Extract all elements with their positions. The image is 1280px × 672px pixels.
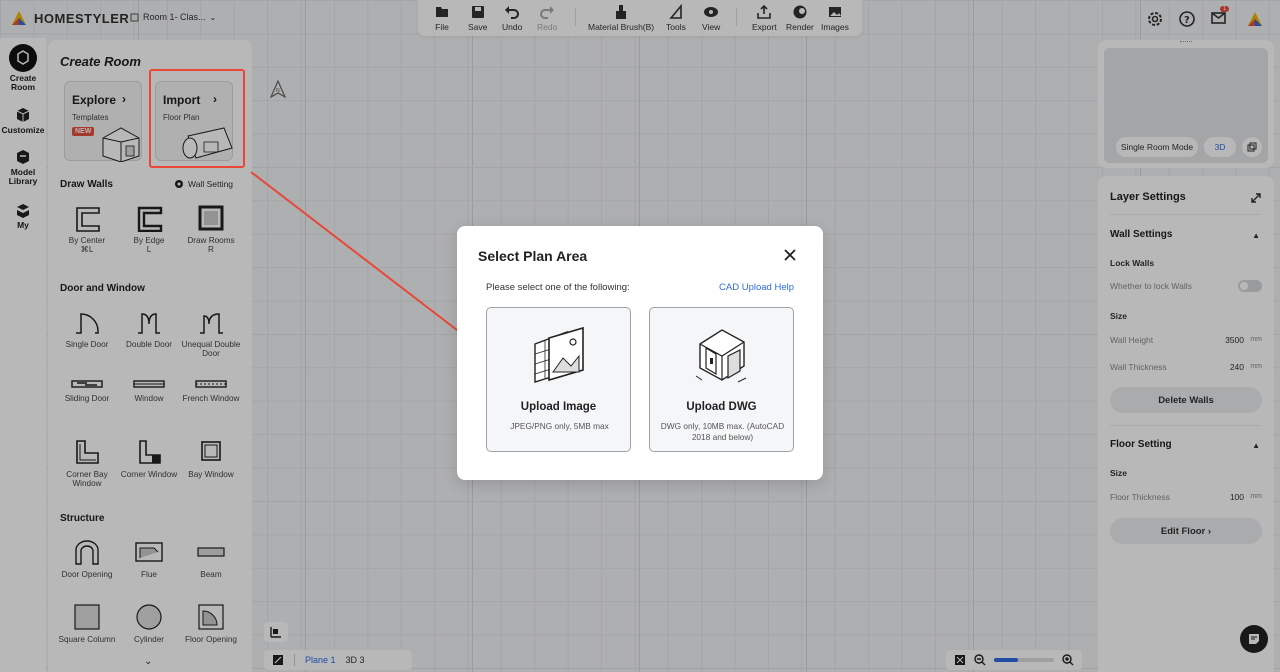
upload-dwg-option[interactable]: Upload DWG DWG only, 10MB max. (AutoCAD … [649,307,794,452]
import-highlight-annotation [149,69,245,168]
upload-image-icon [534,326,584,383]
cad-upload-help-link[interactable]: CAD Upload Help [719,282,794,293]
upload-image-desc: JPEG/PNG only, 5MB max [510,421,609,431]
dialog-subtitle: Please select one of the following: [486,282,630,293]
select-plan-area-dialog: Select Plan Area Please select one of th… [457,226,823,480]
upload-image-title: Upload Image [520,401,597,413]
upload-dwg-icon [695,329,747,383]
upload-dwg-desc: DWG only, 10MB max. (AutoCAD 2018 and be… [660,421,785,442]
upload-dwg-title: Upload DWG [686,401,757,413]
close-icon[interactable] [783,248,797,262]
dialog-title: Select Plan Area [478,248,588,264]
upload-image-option[interactable]: Upload Image JPEG/PNG only, 5MB max [486,307,631,452]
